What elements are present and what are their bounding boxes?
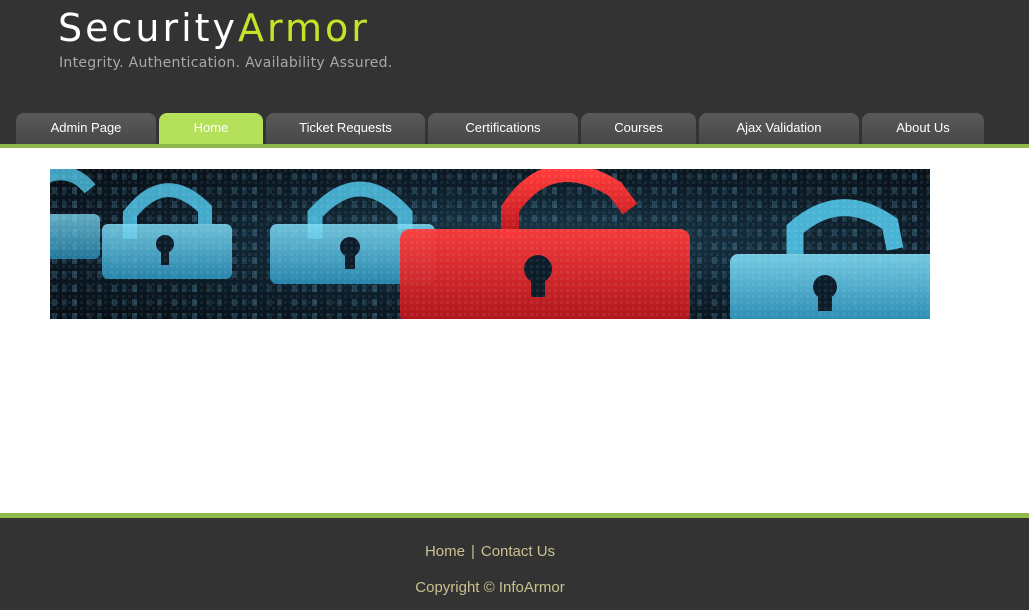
site-tagline: Integrity. Authentication. Availability … (59, 55, 393, 71)
tab-ticket-requests[interactable]: Ticket Requests (266, 113, 425, 144)
security-banner-image (50, 169, 930, 319)
footer-links: Home | Contact Us (0, 543, 980, 560)
tab-ajax-validation[interactable]: Ajax Validation (699, 113, 859, 144)
site-logo[interactable]: SecurityArmor (58, 6, 370, 50)
site-footer: Home | Contact Us Copyright © InfoArmor (0, 518, 1029, 610)
footer-link-contact-us[interactable]: Contact Us (481, 543, 555, 560)
footer-separator: | (470, 543, 475, 560)
site-header: SecurityArmor Integrity. Authentication.… (0, 0, 1029, 144)
tab-courses[interactable]: Courses (581, 113, 696, 144)
main-nav: Admin Page Home Ticket Requests Certific… (0, 113, 1029, 144)
tab-home[interactable]: Home (159, 113, 263, 144)
tab-admin-page[interactable]: Admin Page (16, 113, 156, 144)
logo-text-security: Security (58, 6, 239, 50)
footer-link-home[interactable]: Home (425, 543, 465, 560)
logo-text-armor: Armor (238, 6, 370, 50)
tab-about-us[interactable]: About Us (862, 113, 984, 144)
copyright-text: Copyright © InfoArmor (415, 579, 565, 596)
padlock-icon (50, 169, 930, 319)
header-divider (0, 144, 1029, 148)
tab-certifications[interactable]: Certifications (428, 113, 578, 144)
